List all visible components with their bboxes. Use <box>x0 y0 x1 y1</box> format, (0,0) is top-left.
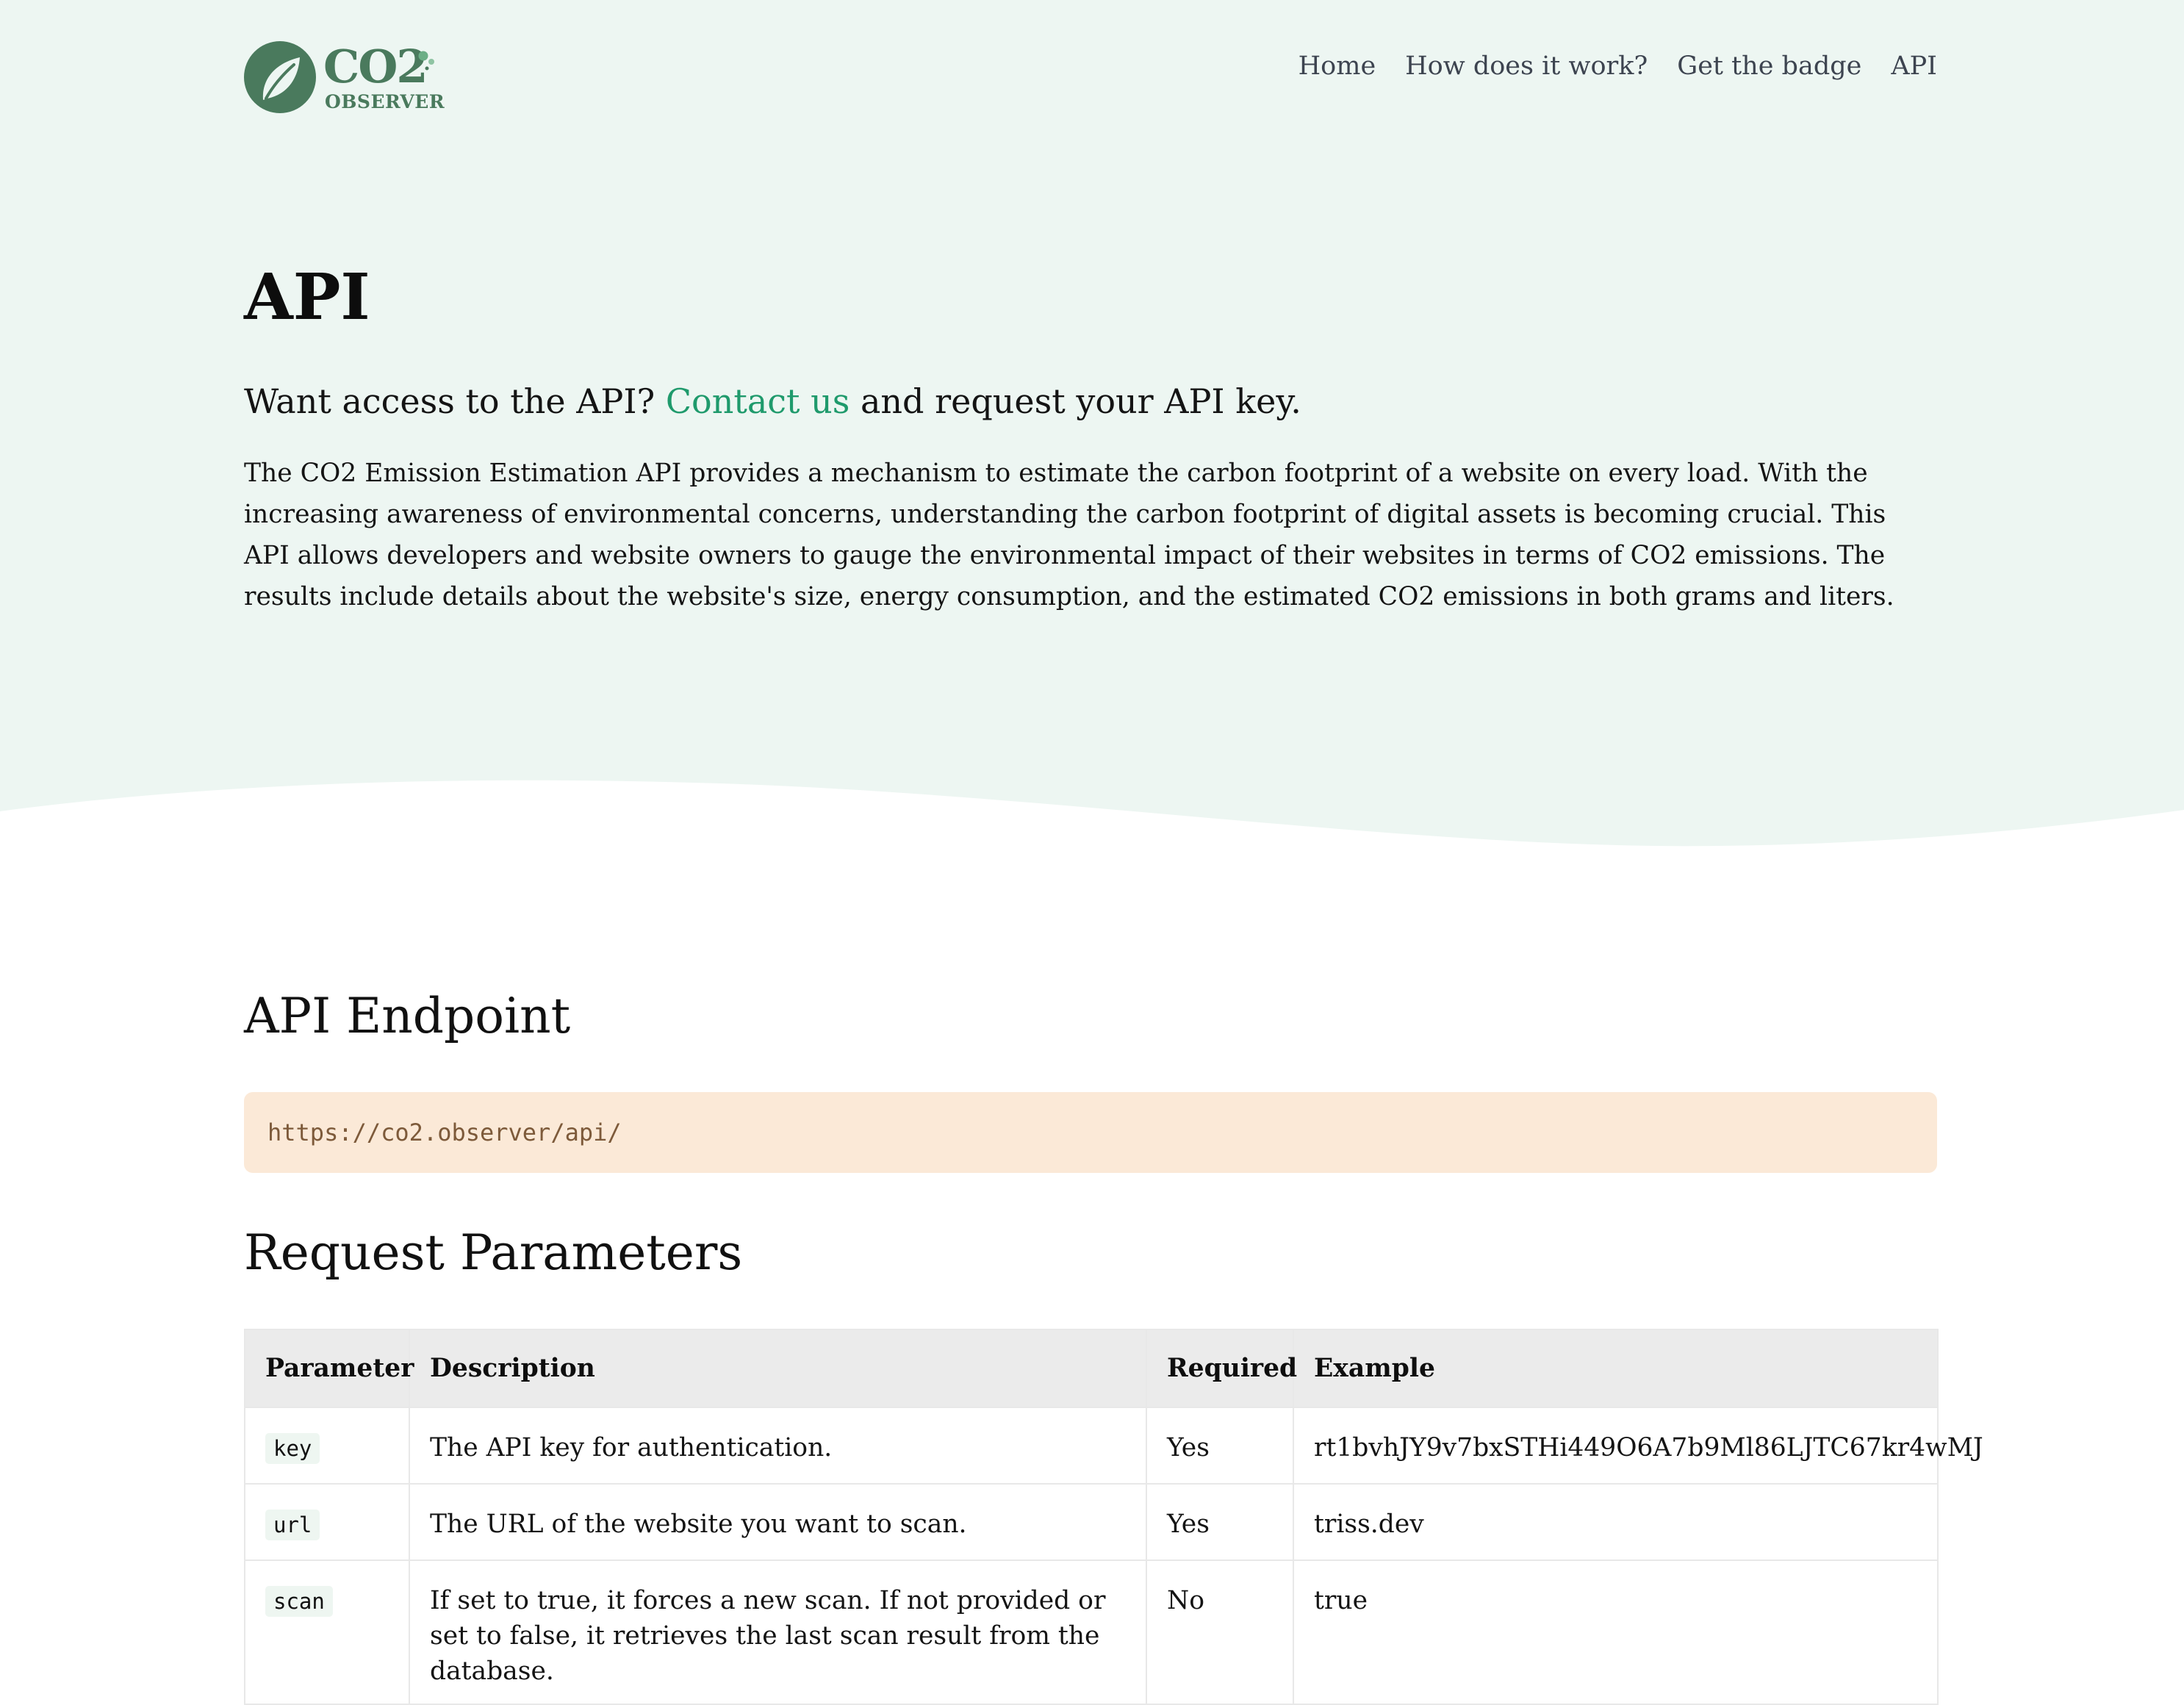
page-title: API <box>244 260 370 334</box>
required-cell: No <box>1146 1559 1294 1705</box>
table-row: key The API key for authentication. Yes … <box>244 1407 1983 1485</box>
api-endpoint-heading: API Endpoint <box>244 988 571 1044</box>
required-cell: Yes <box>1146 1483 1294 1561</box>
nav-link-api[interactable]: API <box>1891 51 1937 81</box>
bubbles-icon <box>418 51 434 71</box>
lead-text-before: Want access to the API? <box>244 381 655 421</box>
parameter-cell: scan <box>244 1559 410 1705</box>
description-cell: The API key for authentication. <box>409 1407 1147 1485</box>
parameter-name: url <box>265 1510 320 1540</box>
logo-subtitle: OBSERVER <box>325 91 445 112</box>
column-header-parameter: Parameter <box>244 1329 414 1408</box>
contact-us-link[interactable]: Contact us <box>666 381 850 421</box>
parameter-name: scan <box>265 1586 333 1617</box>
request-parameters-table: Parameter Description Required Example k… <box>244 1329 1983 1705</box>
api-endpoint-code-block[interactable]: https://co2.observer/api/ <box>244 1092 1937 1173</box>
parameter-name: key <box>265 1433 320 1464</box>
description-cell: If set to true, it forces a new scan. If… <box>409 1559 1147 1705</box>
parameter-cell: key <box>244 1407 410 1485</box>
api-access-lead: Want access to the API? Contact us and r… <box>244 375 1937 428</box>
description-cell: The URL of the website you want to scan. <box>409 1483 1147 1561</box>
example-cell: true <box>1293 1559 1939 1705</box>
api-intro-paragraph: The CO2 Emission Estimation API provides… <box>244 459 1894 611</box>
column-header-description: Description <box>409 1329 1147 1408</box>
required-cell: Yes <box>1146 1407 1294 1485</box>
nav-link-home[interactable]: Home <box>1298 51 1376 81</box>
example-cell: rt1bvhJY9v7bxSTHi449O6A7b9Ml86LJTC67kr4w… <box>1293 1407 1983 1485</box>
site-header: CO2 OBSERVER Home How does it work? Get … <box>244 41 1937 115</box>
table-row: scan If set to true, it forces a new sca… <box>244 1559 1939 1705</box>
parameter-cell: url <box>244 1483 410 1561</box>
site-logo[interactable]: CO2 OBSERVER <box>244 41 450 115</box>
leaf-icon <box>244 41 316 113</box>
table-row: url The URL of the website you want to s… <box>244 1483 1939 1561</box>
nav-link-how-it-works[interactable]: How does it work? <box>1405 51 1648 81</box>
example-cell: triss.dev <box>1293 1483 1939 1561</box>
table-header-row: Parameter Description Required Example <box>244 1329 1939 1408</box>
lead-text-after: and request your API key. <box>861 381 1301 421</box>
column-header-example: Example <box>1293 1329 1939 1408</box>
main-nav: Home How does it work? Get the badge API <box>1298 51 1937 81</box>
column-header-required: Required <box>1146 1329 1297 1408</box>
hero-section: CO2 OBSERVER Home How does it work? Get … <box>0 0 2184 852</box>
nav-link-get-badge[interactable]: Get the badge <box>1677 51 1861 81</box>
request-parameters-heading: Request Parameters <box>244 1224 743 1281</box>
